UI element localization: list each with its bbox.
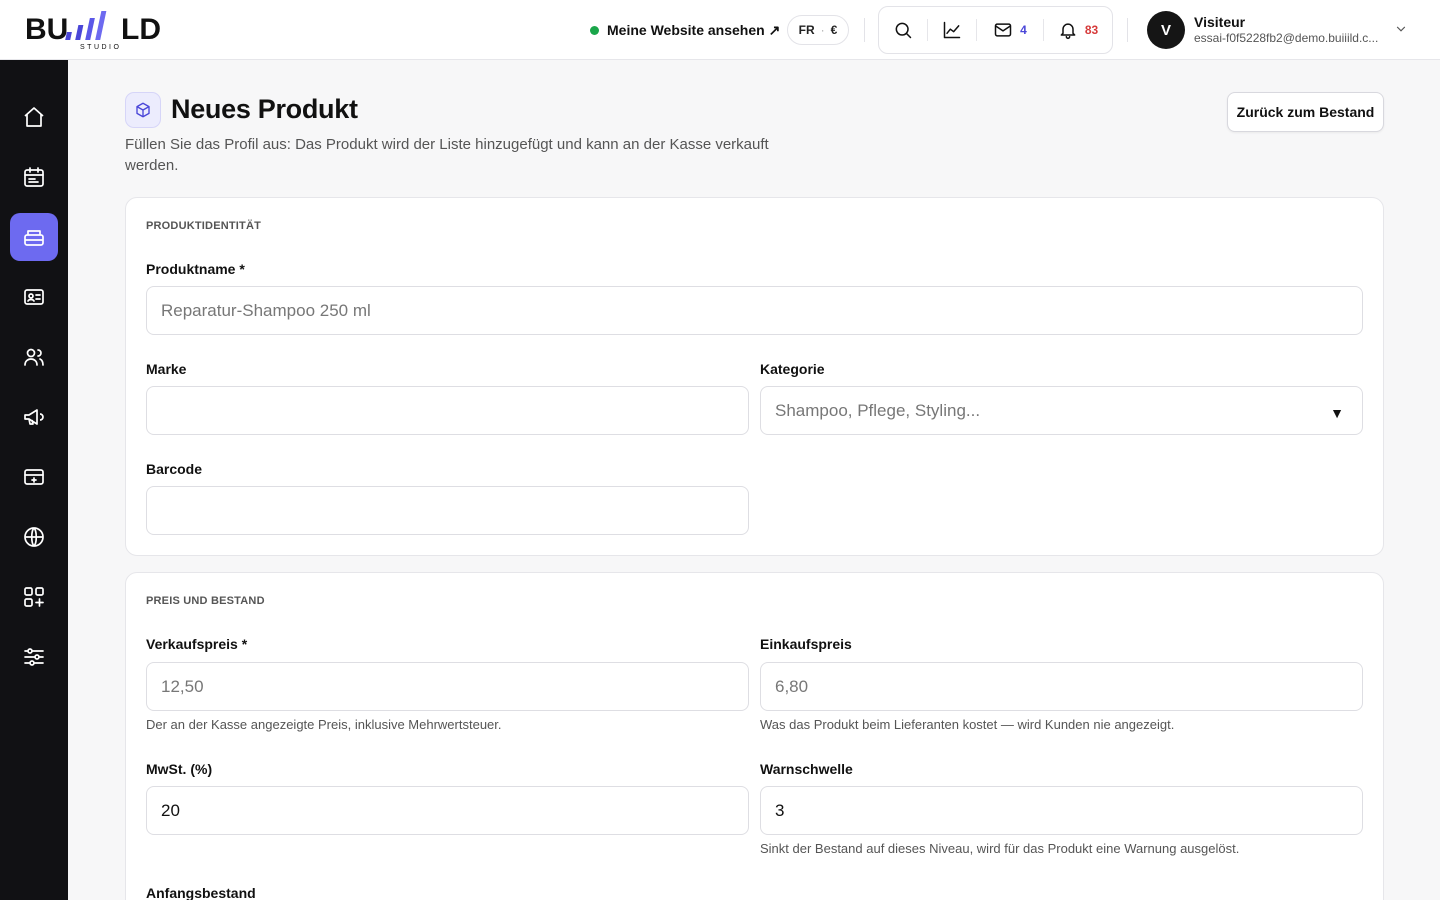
- product-box-icon: [125, 92, 161, 128]
- logo-text-right: LD: [121, 13, 161, 46]
- category-label: Kategorie: [760, 361, 825, 377]
- product-name-label: Produktname *: [146, 261, 245, 277]
- sliders-icon: [24, 648, 44, 666]
- header-divider: [864, 18, 865, 42]
- mail-count: 4: [1020, 23, 1027, 37]
- sidebar-item-apps[interactable]: [10, 573, 58, 621]
- view-website-link[interactable]: Meine Website ansehen ↗: [590, 20, 780, 40]
- sidebar-item-calendar[interactable]: [10, 153, 58, 201]
- vat-label: MwSt. (%): [146, 761, 213, 777]
- avatar[interactable]: V: [1147, 11, 1185, 49]
- logo-sub: STUDIO: [80, 44, 121, 51]
- sidebar-item-inventory[interactable]: [10, 213, 58, 261]
- sidebar-item-marketing[interactable]: [10, 393, 58, 441]
- search-button[interactable]: [879, 6, 927, 54]
- notifications-button[interactable]: 83: [1044, 6, 1112, 54]
- notification-count: 83: [1084, 23, 1099, 37]
- sidebar-item-contacts[interactable]: [10, 273, 58, 321]
- purchase-price-input[interactable]: [760, 662, 1363, 711]
- sidebar-item-team[interactable]: [10, 333, 58, 381]
- online-status-dot: [590, 25, 599, 35]
- sidebar-item-settings[interactable]: [10, 633, 58, 681]
- category-placeholder: Shampoo, Pflege, Styling...: [775, 400, 981, 420]
- header-divider: [1127, 18, 1128, 42]
- lang-separator: ·: [820, 23, 825, 37]
- language-currency-switch[interactable]: FR · €: [787, 15, 849, 45]
- id-card-icon: [24, 289, 44, 305]
- sidebar: [0, 60, 68, 900]
- megaphone-icon: [24, 409, 44, 425]
- sidebar-item-home[interactable]: [10, 93, 58, 141]
- warning-threshold-label: Warnschwelle: [760, 761, 853, 777]
- warning-threshold-input[interactable]: [760, 786, 1363, 835]
- vat-input[interactable]: [146, 786, 749, 835]
- section-title-pricing: PREIS UND BESTAND: [146, 595, 265, 607]
- back-to-inventory-button[interactable]: Zurück zum Bestand: [1227, 92, 1384, 132]
- product-name-input[interactable]: [146, 286, 1363, 335]
- home-icon: [24, 107, 44, 127]
- brand-input[interactable]: [146, 386, 749, 435]
- barcode-input[interactable]: [146, 486, 749, 535]
- view-website-label: Meine Website ansehen ↗: [607, 21, 781, 38]
- category-select[interactable]: Shampoo, Pflege, Styling... ▼: [760, 386, 1363, 435]
- register-icon: [24, 469, 44, 485]
- purchase-price-help: Was das Produkt beim Lieferanten kostet …: [760, 717, 1175, 732]
- page-subtitle: Füllen Sie das Profil aus: Das Produkt w…: [125, 136, 769, 174]
- stats-button[interactable]: [928, 6, 976, 54]
- search-icon: [895, 22, 912, 39]
- sale-price-input[interactable]: [146, 662, 749, 711]
- chevron-down-icon[interactable]: [1394, 22, 1408, 36]
- dropdown-arrow-icon: ▼: [1330, 405, 1344, 421]
- inventory-icon: [24, 230, 44, 246]
- page-title: Neues Produkt: [171, 94, 358, 124]
- language-code: FR: [798, 23, 815, 37]
- sidebar-item-website[interactable]: [10, 513, 58, 561]
- warning-threshold-help: Sinkt der Bestand auf dieses Niveau, wir…: [760, 841, 1240, 856]
- calendar-icon: [24, 167, 44, 187]
- bell-icon: [1060, 23, 1076, 40]
- apps-icon: [24, 587, 44, 607]
- brand-label: Marke: [146, 361, 187, 377]
- price-stock-card: PREIS UND BESTAND Verkaufspreis * Der an…: [125, 572, 1384, 900]
- globe-icon: [24, 527, 44, 547]
- logo-text-left: BU: [25, 13, 68, 46]
- currency-symbol: €: [830, 23, 838, 37]
- user-email: essai-f0f5228fb2@demo.buiiild.c...: [1194, 31, 1379, 45]
- top-bar: BU LD STUDIO Meine Website ansehen ↗ FR …: [0, 0, 1440, 60]
- initial-stock-label: Anfangsbestand: [146, 885, 256, 900]
- users-icon: [24, 348, 44, 366]
- barcode-label: Barcode: [146, 461, 203, 477]
- chart-line-icon: [943, 21, 961, 39]
- sidebar-item-checkout[interactable]: [10, 453, 58, 501]
- product-identity-card: PRODUKTIDENTITÄT Produktname * Marke Kat…: [125, 197, 1384, 556]
- messages-button[interactable]: 4: [977, 6, 1043, 54]
- user-name[interactable]: Visiteur: [1194, 14, 1245, 30]
- mail-icon: [994, 23, 1012, 37]
- section-title-identity: PRODUKTIDENTITÄT: [146, 220, 262, 232]
- sale-price-label: Verkaufspreis *: [146, 636, 248, 652]
- header-tools: 4 83: [878, 6, 1113, 54]
- brand-logo[interactable]: BU LD STUDIO: [25, 8, 185, 52]
- purchase-price-label: Einkaufspreis: [760, 636, 852, 652]
- sale-price-help: Der an der Kasse angezeigte Preis, inklu…: [146, 717, 502, 732]
